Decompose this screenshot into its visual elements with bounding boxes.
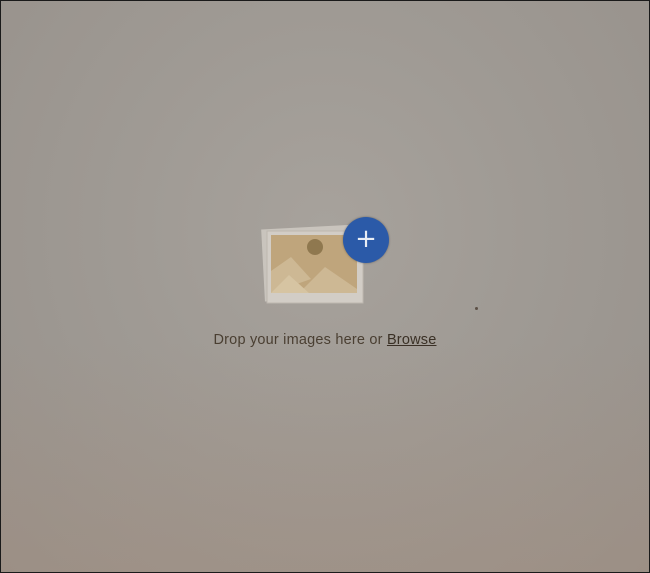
add-image-button[interactable]: + bbox=[343, 217, 389, 263]
browse-link[interactable]: Browse bbox=[387, 332, 437, 348]
dust-speck bbox=[475, 307, 478, 310]
drop-message: Drop your images here or bbox=[213, 332, 383, 348]
upload-graphic[interactable]: + bbox=[259, 217, 393, 309]
drop-instructions: Drop your images here or Browse bbox=[1, 332, 649, 348]
image-drop-zone[interactable]: + Drop your images here or Browse bbox=[1, 1, 649, 572]
plus-icon: + bbox=[355, 224, 377, 254]
upload-panel: + Drop your images here or Browse bbox=[0, 0, 650, 573]
